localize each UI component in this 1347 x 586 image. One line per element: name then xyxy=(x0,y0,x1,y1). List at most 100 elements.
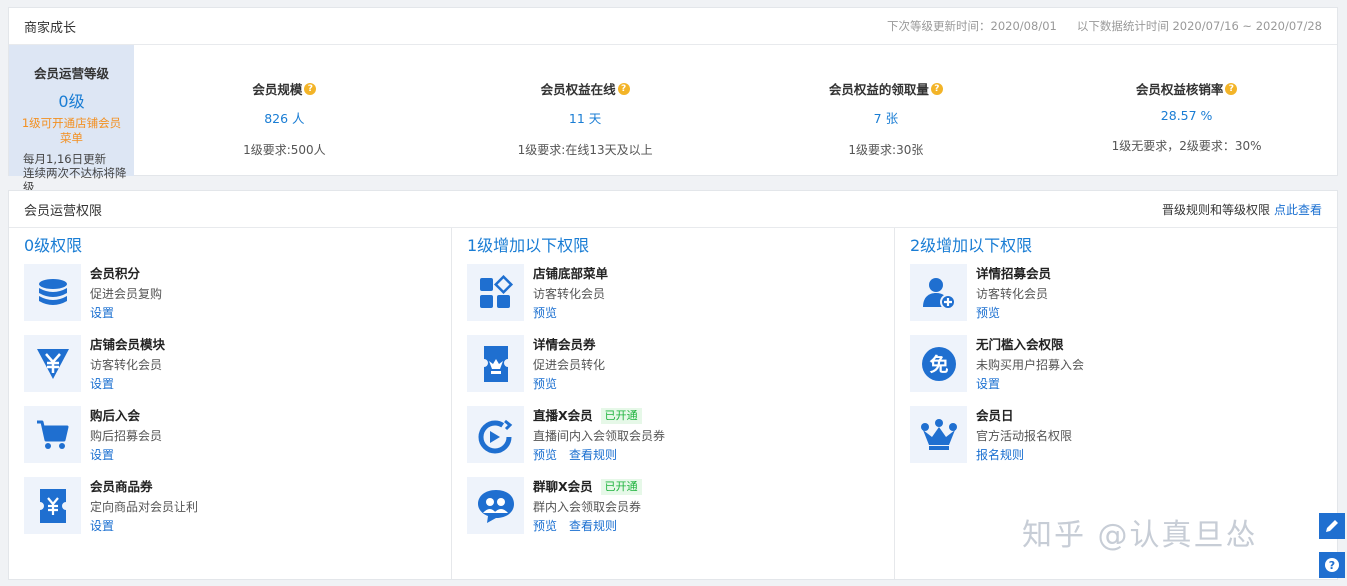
permission-link[interactable]: 预览 xyxy=(533,377,557,391)
permission-column-1: 1级增加以下权限 店铺底部菜单 访客转化会员 预览 详情会员券 促进会员转化 预… xyxy=(451,228,894,579)
permission-item-body: 无门槛入会权限 未购买用户招募入会 设置 xyxy=(976,335,1084,406)
permission-item-body: 详情会员券 促进会员转化 预览 xyxy=(533,335,605,406)
permission-desc: 未购买用户招募入会 xyxy=(976,358,1085,372)
permission-link[interactable]: 设置 xyxy=(90,377,114,391)
permission-links: 预览 查看规则 xyxy=(533,516,642,536)
permission-item-body: 直播X会员 已开通 直播间内入会领取会员券 预览 查看规则 xyxy=(533,406,665,477)
help-icon[interactable]: ? xyxy=(930,82,943,95)
question-icon: ? xyxy=(1325,558,1339,572)
merchant-growth-panel: 商家成长 下次等级更新时间：2020/08/01 以下数据统计时间 2020/0… xyxy=(8,7,1338,194)
permission-item-body: 会员日 官方活动报名权限 报名规则 xyxy=(976,406,1072,477)
pencil-icon xyxy=(1326,520,1338,532)
permission-link[interactable]: 查看规则 xyxy=(569,519,617,533)
yen-ticket-icon xyxy=(24,477,81,534)
level-note: 1级可开通店铺会员菜单 xyxy=(21,116,122,145)
help-icon[interactable]: ? xyxy=(1225,82,1238,95)
level-value: 0级 xyxy=(58,92,85,111)
permission-links: 设置 xyxy=(90,374,165,394)
metric-requirement: 1级要求:在线13天及以上 xyxy=(517,143,653,157)
permission-item: 店铺底部菜单 访客转化会员 预览 xyxy=(467,264,879,335)
permission-desc: 定向商品对会员让利 xyxy=(90,500,199,514)
permission-desc: 促进会员复购 xyxy=(90,287,163,301)
enabled-badge: 已开通 xyxy=(600,408,642,424)
svg-text:?: ? xyxy=(1329,559,1335,572)
coins-icon xyxy=(24,264,81,321)
permission-item-body: 会员积分 促进会员复购 设置 xyxy=(90,264,162,335)
permission-item-body: 购后入会 购后招募会员 设置 xyxy=(90,406,162,477)
metric-member-scale: 会员规模? 826 人 1级要求:500人 xyxy=(134,45,435,176)
permission-name: 会员积分 xyxy=(90,266,141,281)
metric-title: 会员规模 xyxy=(252,82,303,97)
permission-item-body: 店铺会员模块 访客转化会员 设置 xyxy=(90,335,165,406)
metric-redemption-rate: 会员权益核销率? 28.57 % 1级无要求，2级要求：30% xyxy=(1036,45,1337,176)
permission-link[interactable]: 设置 xyxy=(976,377,1000,391)
growth-header: 商家成长 下次等级更新时间：2020/08/01 以下数据统计时间 2020/0… xyxy=(9,8,1337,45)
metric-title: 会员权益的领取量 xyxy=(828,82,929,97)
permission-item-body: 店铺底部菜单 访客转化会员 预览 xyxy=(533,264,608,335)
permission-link[interactable]: 设置 xyxy=(90,448,114,462)
metrics-row: 会员规模? 826 人 1级要求:500人 会员权益在线? 11 天 1级要求:… xyxy=(134,45,1337,176)
permission-item-body: 详情招募会员 访客转化会员 预览 xyxy=(976,264,1051,335)
rules-text: 晋级规则和等级权限 xyxy=(1161,202,1270,217)
permission-links: 报名规则 xyxy=(976,445,1072,465)
metric-benefit-claims: 会员权益的领取量? 7 张 1级要求:30张 xyxy=(736,45,1037,176)
permission-name: 购后入会 xyxy=(90,408,141,423)
metric-requirement: 1级要求:500人 xyxy=(243,143,326,157)
permission-desc: 官方活动报名权限 xyxy=(976,429,1073,443)
metric-benefit-online: 会员权益在线? 11 天 1级要求:在线13天及以上 xyxy=(435,45,736,176)
permission-link[interactable]: 预览 xyxy=(533,519,557,533)
permission-desc: 访客转化会员 xyxy=(976,287,1049,301)
permission-link[interactable]: 预览 xyxy=(976,306,1000,320)
user-add-icon xyxy=(910,264,967,321)
help-icon[interactable]: ? xyxy=(617,82,630,95)
permission-link[interactable]: 设置 xyxy=(90,519,114,533)
crown-ticket-icon xyxy=(467,335,524,392)
column-title: 1级增加以下权限 xyxy=(467,236,590,255)
permission-links: 设置 xyxy=(90,445,162,465)
permission-item: 直播X会员 已开通 直播间内入会领取会员券 预览 查看规则 xyxy=(467,406,879,477)
permission-link[interactable]: 报名规则 xyxy=(976,448,1024,462)
permission-desc: 访客转化会员 xyxy=(90,358,163,372)
level-title: 会员运营等级 xyxy=(33,66,109,81)
cart-icon xyxy=(24,406,81,463)
group-chat-icon xyxy=(467,477,524,534)
permission-link[interactable]: 设置 xyxy=(90,306,114,320)
permission-name: 无门槛入会权限 xyxy=(976,337,1064,352)
help-icon[interactable]: ? xyxy=(304,82,317,95)
permission-item-body: 会员商品券 定向商品对会员让利 设置 xyxy=(90,477,198,548)
level-update-note: 每月1,16日更新 连续两次不达标将降级 xyxy=(23,152,127,194)
edit-float-button[interactable] xyxy=(1319,513,1345,539)
metric-value: 28.57 % xyxy=(1160,108,1213,123)
permission-links: 设置 xyxy=(90,516,198,536)
permission-name: 店铺会员模块 xyxy=(90,337,166,352)
rules-link[interactable]: 点此查看 xyxy=(1274,203,1322,217)
permission-desc: 直播间内入会领取会员券 xyxy=(533,429,666,443)
permission-links: 预览 xyxy=(976,303,1051,323)
permission-item: 会员商品券 定向商品对会员让利 设置 xyxy=(24,477,436,548)
rules-line: 晋级规则和等级权限 点此查看 xyxy=(1162,201,1322,218)
permission-item: 群聊X会员 已开通 群内入会领取会员券 预览 查看规则 xyxy=(467,477,879,548)
help-float-button[interactable]: ? xyxy=(1319,552,1345,578)
permission-link[interactable]: 预览 xyxy=(533,448,557,462)
permission-link[interactable]: 查看规则 xyxy=(569,448,617,462)
permission-link[interactable]: 预览 xyxy=(533,306,557,320)
permission-column-0: 0级权限 会员积分 促进会员复购 设置 店铺会员模块 访客转化会员 设置 购后入… xyxy=(9,228,451,579)
stats-date-range: 以下数据统计时间 2020/07/16 ~ 2020/07/28 xyxy=(1076,19,1322,33)
permission-item: 详情会员券 促进会员转化 预览 xyxy=(467,335,879,406)
column-title: 0级权限 xyxy=(24,236,83,255)
permission-name: 会员商品券 xyxy=(90,479,153,494)
permission-item: 会员积分 促进会员复购 设置 xyxy=(24,264,436,335)
permission-links: 设置 xyxy=(90,303,162,323)
permission-links: 预览 xyxy=(533,374,605,394)
permission-item: 购后入会 购后招募会员 设置 xyxy=(24,406,436,477)
svg-text:免: 免 xyxy=(929,353,948,376)
column-title: 2级增加以下权限 xyxy=(910,236,1033,255)
permission-links: 设置 xyxy=(976,374,1084,394)
permission-item: 会员日 官方活动报名权限 报名规则 xyxy=(910,406,1322,477)
menu-grid-icon xyxy=(467,264,524,321)
permissions-title: 会员运营权限 xyxy=(24,203,103,219)
permission-links: 预览 查看规则 xyxy=(533,445,665,465)
permission-name: 直播X会员 xyxy=(533,408,593,423)
permission-name: 店铺底部菜单 xyxy=(533,266,609,281)
enabled-badge: 已开通 xyxy=(600,479,642,495)
